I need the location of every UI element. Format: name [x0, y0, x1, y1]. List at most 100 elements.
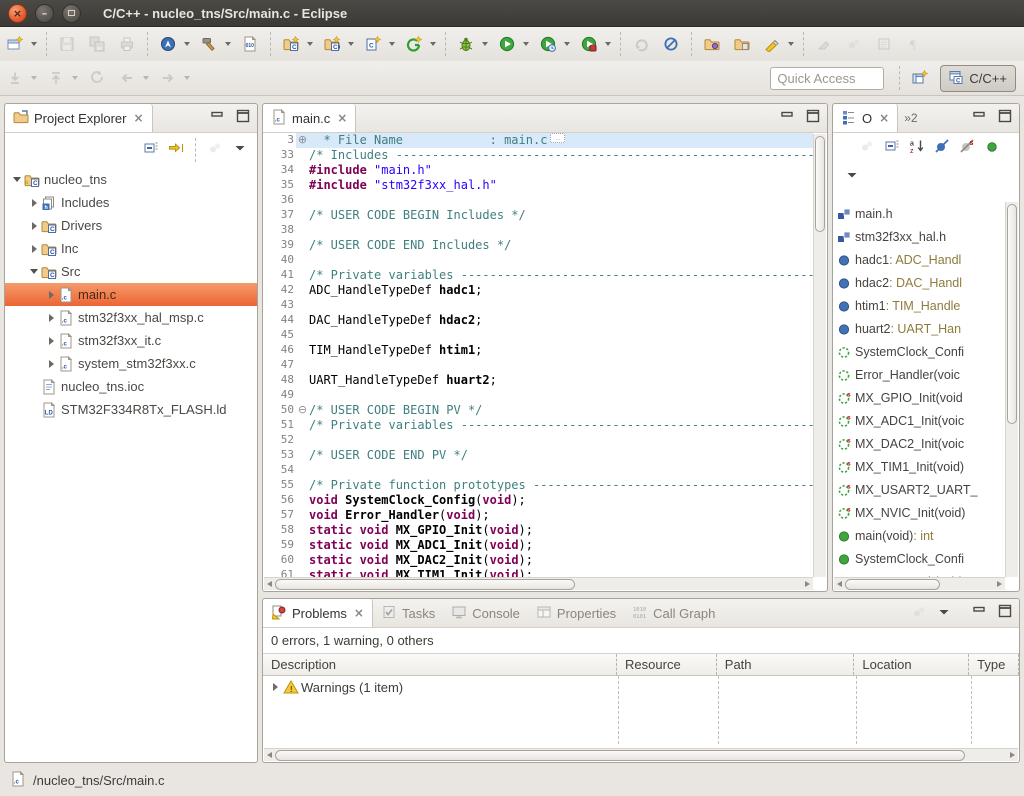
fold-expand-icon[interactable]: ⊕ — [296, 133, 309, 148]
outline-vertical-scrollbar[interactable] — [1005, 202, 1018, 577]
binary-file-button[interactable]: 010 — [236, 31, 264, 57]
expand-arrow-icon[interactable] — [28, 199, 40, 207]
minimize-view-button[interactable] — [969, 108, 989, 128]
collapse-all-button[interactable] — [140, 139, 162, 161]
column-header-path[interactable]: Path — [717, 654, 855, 675]
expand-arrow-icon[interactable] — [28, 222, 40, 230]
scrollbar-thumb[interactable] — [275, 579, 575, 590]
minimize-view-button[interactable] — [969, 603, 989, 623]
close-icon[interactable]: × — [354, 606, 364, 620]
scrollbar-thumb[interactable] — [845, 579, 940, 590]
scroll-right-icon[interactable] — [997, 581, 1002, 587]
scroll-left-icon[interactable] — [837, 581, 842, 587]
dropdown-arrow-icon[interactable] — [564, 42, 570, 46]
maximize-view-button[interactable] — [995, 603, 1015, 623]
new-g-wizard-button[interactable] — [400, 31, 428, 57]
dropdown-arrow-icon[interactable] — [389, 42, 395, 46]
scrollbar-thumb[interactable] — [815, 136, 825, 232]
outline-item-huart2[interactable]: huart2 : UART_Han — [833, 317, 1006, 340]
tree-item-stm32f3xx-it-c[interactable]: .cstm32f3xx_it.c — [5, 329, 257, 352]
debug-compass-button[interactable] — [154, 31, 182, 57]
new-c-file-button[interactable]: C — [359, 31, 387, 57]
column-header-location[interactable]: Location — [854, 654, 969, 675]
tab-tasks[interactable]: Tasks — [373, 599, 443, 627]
open-resource-folder-button[interactable] — [728, 31, 756, 57]
editor-code-area[interactable]: 3⊕ * File Name : main.c‥33/* Includes --… — [264, 133, 813, 577]
dropdown-arrow-icon[interactable] — [605, 42, 611, 46]
dropdown-arrow-icon[interactable] — [31, 42, 37, 46]
skip-breakpoints-button[interactable] — [657, 31, 685, 57]
outline-item-systemclock-confi[interactable]: SystemClock_Confi — [833, 547, 1006, 570]
perspective-button-cpp[interactable]: C C/C++ — [940, 65, 1016, 92]
view-menu-button[interactable] — [933, 603, 955, 625]
tab-project-explorer[interactable]: Project Explorer × — [5, 104, 153, 132]
expand-arrow-icon[interactable] — [11, 177, 23, 182]
new-cpp-project-button[interactable]: C+ — [318, 31, 346, 57]
tab-problems[interactable]: Problems× — [263, 599, 373, 627]
tree-item-nucleo-tns-ioc[interactable]: nucleo_tns.ioc — [5, 375, 257, 398]
open-perspective-button[interactable] — [906, 65, 934, 91]
run-button[interactable] — [493, 31, 521, 57]
scroll-left-icon[interactable] — [267, 581, 272, 587]
hide-fields-button[interactable] — [931, 137, 953, 159]
profile-button[interactable] — [534, 31, 562, 57]
window-maximize-button[interactable] — [62, 4, 81, 23]
build-hammer-button[interactable] — [195, 31, 223, 57]
new-wizard-button[interactable] — [1, 31, 29, 57]
outline-item-systemclock-confi[interactable]: SystemClock_Confi — [833, 340, 1006, 363]
link-with-editor-button[interactable] — [165, 139, 187, 161]
tree-item-drivers[interactable]: CDrivers — [5, 214, 257, 237]
dropdown-arrow-icon[interactable] — [225, 42, 231, 46]
view-menu-button[interactable] — [841, 166, 863, 188]
tree-item-includes[interactable]: hIncludes — [5, 191, 257, 214]
problems-horizontal-scrollbar[interactable] — [264, 748, 1018, 761]
expand-arrow-icon[interactable] — [269, 683, 281, 691]
tree-item-main-c[interactable]: .cmain.c — [5, 283, 257, 306]
warnings-group-row[interactable]: ! Warnings (1 item) — [263, 676, 1019, 698]
external-tools-button[interactable] — [575, 31, 603, 57]
tree-item-inc[interactable]: CInc — [5, 237, 257, 260]
outline-item-mx-adc1-init-voic[interactable]: sMX_ADC1_Init(voic — [833, 409, 1006, 432]
outline-item-mx-dac2-init-voic[interactable]: sMX_DAC2_Init(voic — [833, 432, 1006, 455]
hide-non-public-button[interactable] — [981, 137, 1003, 159]
column-header-description[interactable]: Description — [263, 654, 617, 675]
tree-item-system-stm32f3xx-c[interactable]: .csystem_stm32f3xx.c — [5, 352, 257, 375]
outline-item-mx-nvic-init-void-[interactable]: sMX_NVIC_Init(void) — [833, 501, 1006, 524]
column-header-resource[interactable]: Resource — [617, 654, 717, 675]
collapse-all-button[interactable] — [881, 137, 903, 159]
dropdown-arrow-icon[interactable] — [482, 42, 488, 46]
scroll-left-icon[interactable] — [267, 752, 272, 758]
minimize-view-button[interactable] — [207, 108, 227, 128]
outline-item-mx-nvic-init-void[interactable]: sMX_NVIC_Init(void — [833, 570, 1006, 577]
fold-collapse-icon[interactable]: ⊖ — [296, 403, 309, 418]
tab-console[interactable]: Console — [443, 599, 528, 627]
outline-item-hadc1[interactable]: hadc1 : ADC_Handl — [833, 248, 1006, 271]
dropdown-arrow-icon[interactable] — [523, 42, 529, 46]
outline-item-stm32f3xx-hal-h[interactable]: stm32f3xx_hal.h — [833, 225, 1006, 248]
view-menu-button[interactable] — [229, 139, 251, 161]
outline-item-mx-tim1-init-void-[interactable]: sMX_TIM1_Init(void) — [833, 455, 1006, 478]
close-icon[interactable]: × — [337, 111, 347, 125]
outline-horizontal-scrollbar[interactable] — [834, 577, 1005, 590]
outline-item-main-void-[interactable]: main(void) : int — [833, 524, 1006, 547]
scrollbar-thumb[interactable] — [275, 750, 965, 761]
tab-call-graph[interactable]: 10100101Call Graph — [624, 599, 723, 627]
tab-outline[interactable]: O × — [833, 104, 898, 132]
new-c-project-button[interactable]: C — [277, 31, 305, 57]
quick-access-input[interactable] — [770, 67, 884, 90]
dropdown-arrow-icon[interactable] — [307, 42, 313, 46]
expand-arrow-icon[interactable] — [45, 360, 57, 368]
outline-item-hdac2[interactable]: hdac2 : DAC_Handl — [833, 271, 1006, 294]
debug-bug-button[interactable] — [452, 31, 480, 57]
close-icon[interactable]: × — [879, 111, 889, 125]
outline-item-mx-gpio-init-void[interactable]: sMX_GPIO_Init(void — [833, 386, 1006, 409]
tree-item-stm32f334r8tx-flash-ld[interactable]: LDSTM32F334R8Tx_FLASH.ld — [5, 398, 257, 421]
tree-item-src[interactable]: CSrc — [5, 260, 257, 283]
outline-item-main-h[interactable]: main.h — [833, 202, 1006, 225]
close-icon[interactable]: × — [133, 111, 143, 125]
window-minimize-button[interactable]: – — [35, 4, 54, 23]
tree-item-nucleo-tns[interactable]: Cnucleo_tns — [5, 168, 257, 191]
maximize-view-button[interactable] — [233, 108, 253, 128]
editor-horizontal-scrollbar[interactable] — [264, 577, 813, 590]
expand-arrow-icon[interactable] — [28, 245, 40, 253]
